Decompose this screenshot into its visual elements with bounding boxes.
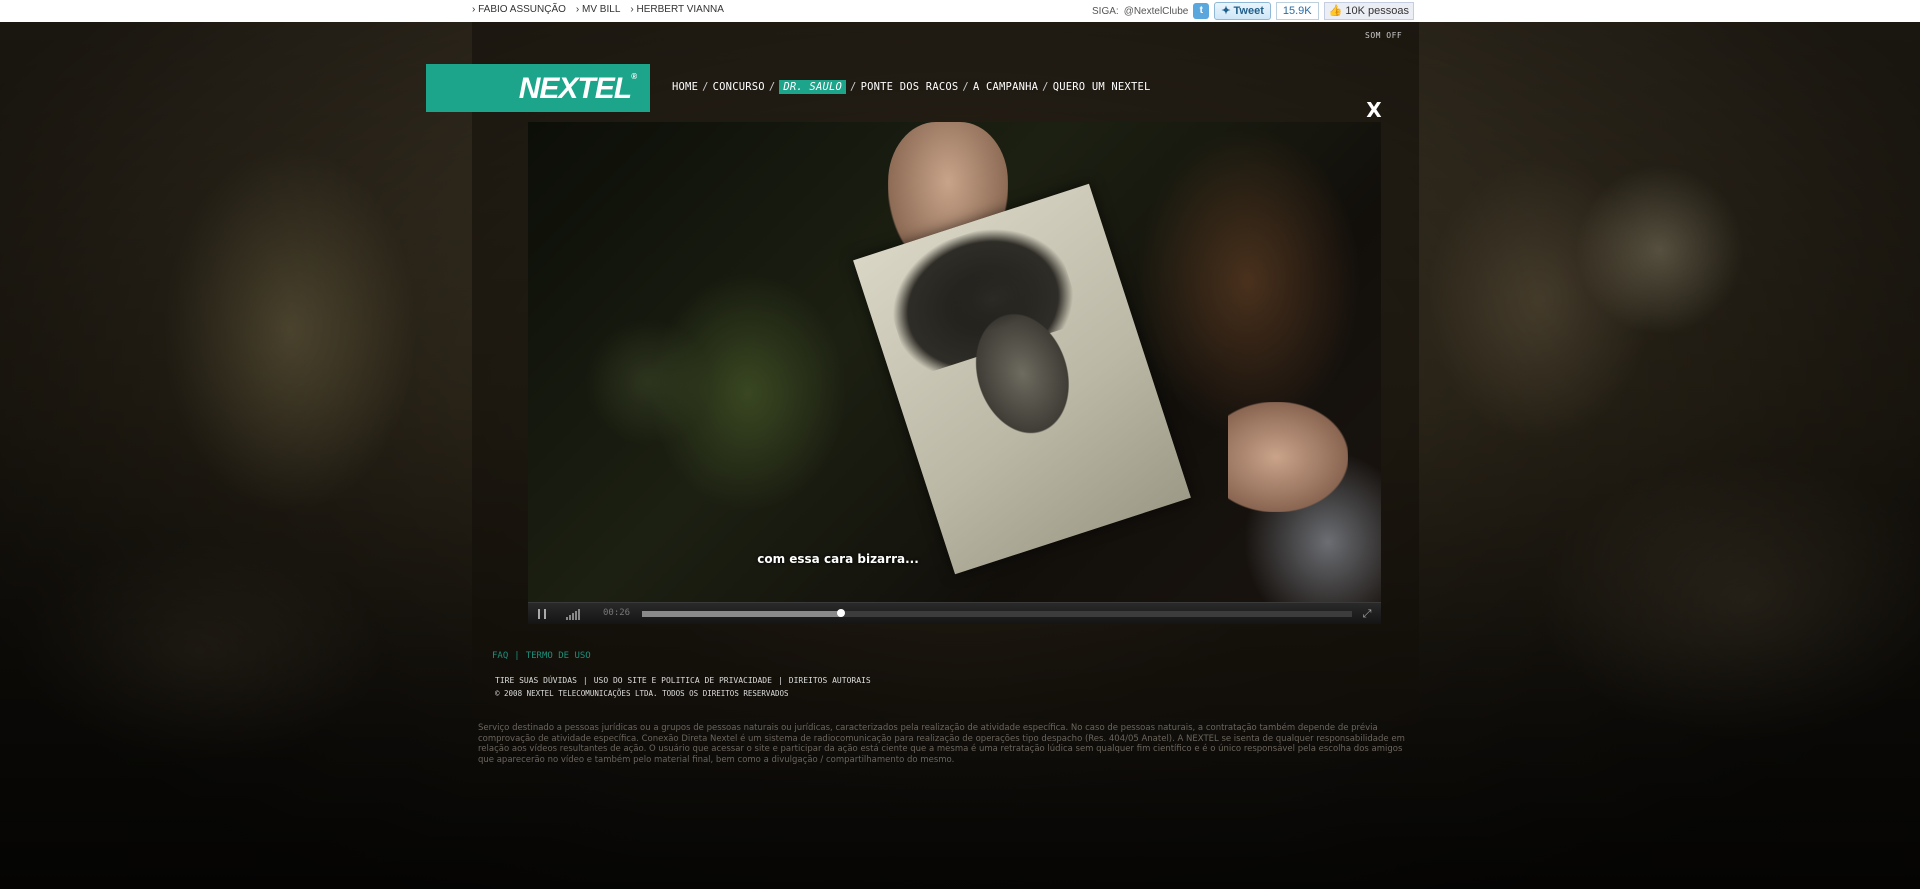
- volume-bars-icon[interactable]: [566, 608, 580, 620]
- top-link-mvbill[interactable]: › MV BILL: [576, 4, 620, 15]
- top-link-herbert[interactable]: › HERBERT VIANNA: [630, 4, 724, 15]
- tweet-button[interactable]: ✦ Tweet: [1214, 2, 1271, 20]
- video-time: 00:26: [603, 608, 631, 618]
- nav-separator: /: [850, 81, 857, 93]
- twitter-icon[interactable]: t: [1193, 3, 1210, 19]
- sound-toggle[interactable]: SOM OFF: [1365, 31, 1402, 40]
- nav-separator: /: [702, 81, 709, 93]
- top-bar: [0, 0, 1920, 22]
- nav-dr-saulo[interactable]: DR. SAULO: [779, 80, 847, 94]
- nav-separator: /: [768, 81, 776, 93]
- legal-disclaimer: Serviço destinado a pessoas jurídicas ou…: [478, 723, 1405, 765]
- thumbs-up-icon: 👍: [1328, 5, 1343, 17]
- social-bar: SIGA: @NextelClube t ✦ Tweet 15.9K 👍 10K…: [1092, 2, 1414, 20]
- nav-quero-um-nextel[interactable]: QUERO UM NEXTEL: [1053, 81, 1151, 93]
- tweet-count: 15.9K: [1275, 2, 1319, 20]
- video-progress-handle[interactable]: [836, 609, 845, 617]
- video-hand-right: [1228, 402, 1348, 512]
- like-button[interactable]: 👍 10K pessoas: [1323, 2, 1414, 20]
- nav-a-campanha[interactable]: A CAMPANHA: [973, 81, 1038, 93]
- faq-link[interactable]: FAQ: [492, 651, 508, 661]
- nav-separator: /: [962, 81, 969, 93]
- fullscreen-icon[interactable]: ⤢: [1361, 608, 1373, 620]
- nav-concurso[interactable]: CONCURSO: [713, 81, 765, 93]
- video-controls: 00:26 ⤢: [528, 602, 1381, 624]
- nav-ponte-dos-racos[interactable]: PONTE DOS RACOS: [861, 81, 959, 93]
- siga-label: SIGA:: [1092, 5, 1119, 17]
- nav-separator: /: [1042, 81, 1049, 93]
- bird-icon: ✦: [1221, 5, 1231, 17]
- copyright: © 2008 NEXTEL TELECOMUNICAÇÕES LTDA. TOD…: [495, 689, 789, 698]
- video-progress-track[interactable]: [642, 609, 1352, 617]
- tweet-label: Tweet: [1233, 5, 1264, 17]
- pause-icon[interactable]: [538, 609, 546, 619]
- close-video-button[interactable]: X: [1365, 100, 1383, 120]
- faq-row: FAQ | TERMO DE USO: [492, 651, 591, 661]
- footer-link-duvidas[interactable]: TIRE SUAS DÚVIDAS: [495, 676, 577, 685]
- faq-divider: |: [514, 651, 520, 661]
- nextel-logo[interactable]: NEXTEL®: [426, 64, 650, 112]
- video-progress-fill: [642, 611, 841, 617]
- nav-home[interactable]: HOME: [672, 81, 698, 93]
- footer-link-direitos[interactable]: DIREITOS AUTORAIS: [789, 676, 871, 685]
- footer-link-privacidade[interactable]: USO DO SITE E POLITICA DE PRIVACIDADE: [594, 676, 772, 685]
- terms-link[interactable]: TERMO DE USO: [526, 651, 591, 661]
- video-frame[interactable]: com essa cara bizarra...: [528, 122, 1381, 602]
- twitter-handle-link[interactable]: @NextelClube: [1124, 6, 1189, 17]
- video-subtitle: com essa cara bizarra...: [757, 552, 919, 566]
- footer-links: TIRE SUAS DÚVIDAS | USO DO SITE E POLITI…: [495, 676, 871, 685]
- like-label: 10K pessoas: [1345, 5, 1409, 17]
- celebrity-links: › FABIO ASSUNÇÃO › MV BILL › HERBERT VIA…: [472, 4, 724, 15]
- main-nav: HOME / CONCURSO / DR. SAULO / PONTE DOS …: [672, 80, 1151, 94]
- footer-divider: |: [582, 676, 588, 685]
- logo-text: NEXTEL®: [518, 72, 637, 105]
- photo-face: [909, 237, 1120, 494]
- top-link-fabio[interactable]: › FABIO ASSUNÇÃO: [472, 4, 566, 15]
- footer-divider: |: [777, 676, 783, 685]
